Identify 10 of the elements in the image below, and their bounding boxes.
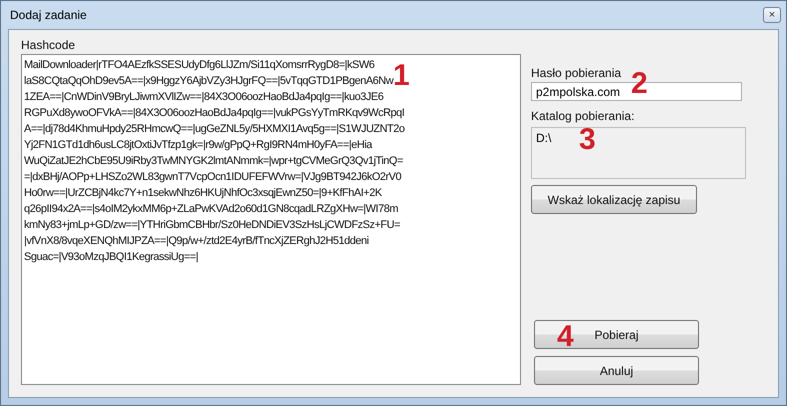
field-label: Hasło pobierania [531,66,622,80]
browse-button[interactable]: Wskaż lokalizację zapisu [531,185,697,214]
close-button[interactable]: × [763,7,781,23]
window-title: Dodaj zadanie [9,8,87,22]
annotation-number: 1 [393,61,410,91]
cancel-button[interactable]: Anuluj [534,356,699,385]
field-label: Katalog pobierania: [531,109,634,123]
annotation-number: 3 [579,125,596,155]
annotation-number: 4 [557,322,574,352]
field-label: Hashcode [21,38,76,52]
